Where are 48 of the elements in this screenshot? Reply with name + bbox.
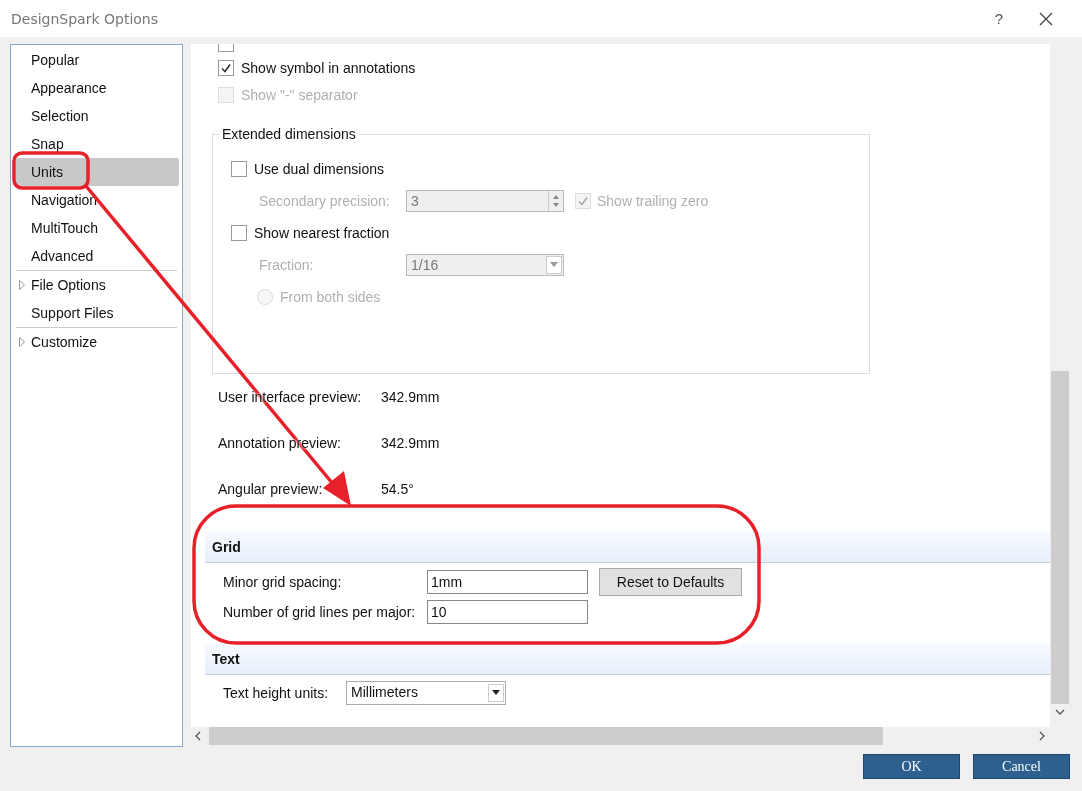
scrollbar-thumb[interactable] [209, 727, 883, 745]
sidebar-item[interactable]: Advanced [16, 242, 179, 270]
scrollbar-thumb[interactable] [1051, 371, 1069, 704]
checkbox-label: Show trailing zero [597, 192, 709, 209]
field-label: Minor grid spacing: [223, 573, 343, 590]
field-label: Text height units: [223, 684, 330, 701]
checkbox-label: Use dual dimensions [254, 160, 384, 177]
sidebar-item[interactable]: Popular [16, 46, 179, 74]
dialog-button[interactable]: OK [863, 754, 960, 779]
section-title: Text [212, 650, 240, 667]
help-button[interactable]: ? [994, 10, 1003, 27]
checkbox-label: Show symbol in annotations [241, 59, 416, 76]
dialog-button[interactable]: Cancel [973, 754, 1070, 779]
input-field[interactable]: 1mm [427, 569, 588, 594]
section-title: Grid [212, 538, 241, 555]
sidebar-item[interactable]: Units [16, 158, 179, 186]
checkbox[interactable] [218, 59, 234, 76]
sidebar-item[interactable]: Navigation [16, 186, 179, 214]
preview-value: 54.5° [381, 481, 414, 497]
field-label: Secondary precision: [259, 192, 391, 209]
dropdown[interactable]: Millimeters [346, 680, 506, 705]
sidebar-item[interactable]: Selection [16, 102, 179, 130]
sidebar-item[interactable]: File Options [16, 271, 179, 299]
close-icon[interactable] [1039, 11, 1053, 26]
scroll-down-icon[interactable] [1055, 709, 1065, 715]
radio-label: From both sides [280, 289, 381, 305]
checkbox[interactable] [231, 160, 247, 177]
checkbox[interactable] [231, 224, 247, 241]
field-label: Fraction: [259, 256, 315, 273]
checkbox-label: Show "-" separator [241, 86, 358, 103]
reset-button[interactable]: Reset to Defaults [599, 567, 742, 596]
preview-label: Angular preview: [218, 481, 324, 497]
sidebar-item[interactable]: Customize [16, 328, 179, 356]
field-label: Number of grid lines per major: [223, 603, 417, 620]
preview-value: 342.9mm [381, 435, 440, 451]
caret-icon[interactable] [492, 690, 500, 695]
scroll-right-icon[interactable] [1039, 731, 1045, 741]
expand-icon[interactable] [19, 337, 25, 347]
input-field[interactable]: 10 [427, 599, 588, 624]
sidebar-item[interactable]: MultiTouch [16, 214, 179, 242]
checkbox-label: Show nearest fraction [254, 224, 390, 241]
sidebar-item[interactable]: Appearance [16, 74, 179, 102]
sidebar-item[interactable]: Snap [16, 130, 179, 158]
scroll-left-icon[interactable] [195, 731, 201, 741]
expand-icon[interactable] [19, 280, 25, 290]
preview-value: 342.9mm [381, 389, 440, 405]
sidebar-item[interactable]: Support Files [16, 299, 179, 327]
window-title: DesignSpark Options [11, 10, 160, 27]
